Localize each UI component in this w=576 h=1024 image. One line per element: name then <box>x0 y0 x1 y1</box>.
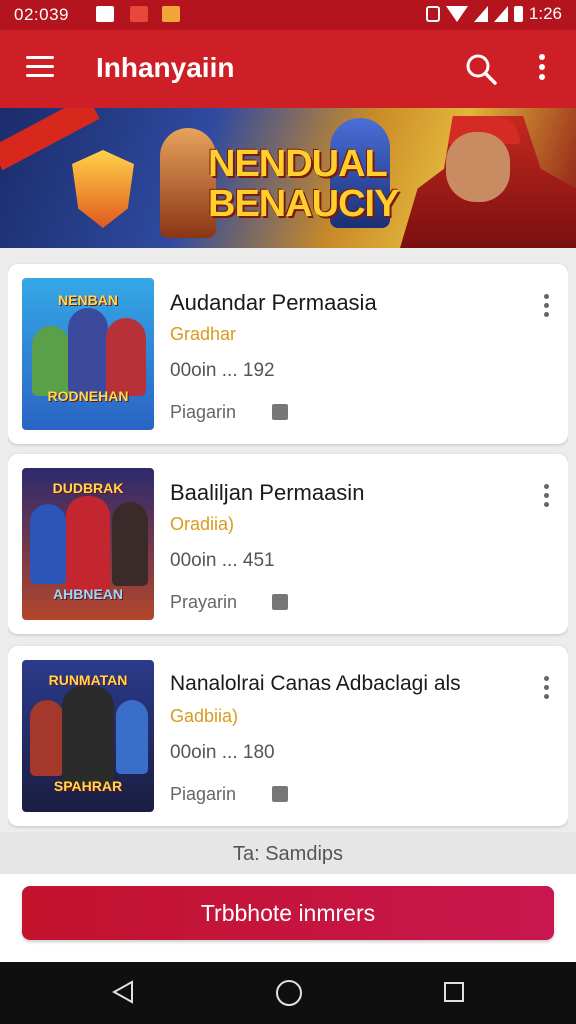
notification-mail-icon <box>96 6 114 22</box>
game-name: Nanalolrai Canas Adbaclagi als <box>170 672 461 695</box>
game-thumbnail[interactable]: DUDBRAK AHBNEAN <box>22 468 154 620</box>
game-meta: 00oin ... 180 <box>170 742 275 763</box>
item-menu-icon[interactable] <box>544 676 550 703</box>
banner-headline: NENDUAL BENAUCIY <box>208 143 399 225</box>
list-item[interactable]: RUNMATAN SPAHRAR Nanalolrai Canas Adbacl… <box>8 646 568 826</box>
item-menu-icon[interactable] <box>544 294 550 321</box>
item-menu-icon[interactable] <box>544 484 550 511</box>
banner-shield-logo <box>72 150 134 228</box>
menu-icon[interactable] <box>26 56 54 78</box>
download-icon[interactable] <box>272 404 288 420</box>
wifi-icon <box>445 6 468 22</box>
system-nav-bar <box>0 962 576 1024</box>
overflow-menu-icon[interactable] <box>530 54 554 84</box>
banner-player-figure <box>400 116 576 248</box>
notification-game-icon <box>162 6 180 22</box>
thumbnail-caption: AHBNEAN <box>53 586 123 602</box>
game-genre: Oradiia) <box>170 514 235 534</box>
app-title: Inhanyaiin <box>96 52 235 83</box>
thumbnail-caption: SPAHRAR <box>53 778 123 794</box>
status-bar: 02:039 1:26 <box>0 0 576 30</box>
banner-headline-line1: NENDUAL <box>208 143 388 185</box>
game-meta: 00oin ... 192 <box>170 360 275 381</box>
tab-hint[interactable]: Ta: Samdips <box>0 832 576 874</box>
game-meta: 00oin ... 451 <box>170 550 275 571</box>
game-genre: Gadbiia) <box>170 706 239 726</box>
thumbnail-title: NENBAN <box>58 292 118 308</box>
list-item[interactable]: NENBAN RODNEHAN Audandar Permaasia Gradh… <box>8 264 568 444</box>
game-action-label[interactable]: Piagarin <box>170 402 236 423</box>
download-icon[interactable] <box>272 786 288 802</box>
app-bar: Inhanyaiin <box>0 30 576 108</box>
banner-player-face <box>446 132 510 202</box>
game-action-label[interactable]: Piagarin <box>170 784 236 805</box>
status-icons: 1:26 <box>425 4 562 24</box>
search-icon[interactable] <box>464 52 498 86</box>
back-icon[interactable] <box>112 980 134 1004</box>
home-icon[interactable] <box>276 980 302 1006</box>
battery-text: 1:26 <box>528 4 562 23</box>
notification-app-icon <box>130 6 148 22</box>
game-list: NENBAN RODNEHAN Audandar Permaasia Gradh… <box>8 262 568 830</box>
recents-icon[interactable] <box>444 982 464 1002</box>
thumbnail-title: RUNMATAN <box>48 672 128 688</box>
game-thumbnail[interactable]: RUNMATAN SPAHRAR <box>22 660 154 812</box>
game-thumbnail[interactable]: NENBAN RODNEHAN <box>22 278 154 430</box>
download-icon[interactable] <box>272 594 288 610</box>
game-action-label[interactable]: Prayarin <box>170 592 237 613</box>
signal-icon-2 <box>493 6 508 22</box>
signal-icon <box>473 6 488 22</box>
thumbnail-title: DUDBRAK <box>52 480 124 496</box>
promo-banner[interactable]: NENDUAL BENAUCIY <box>0 108 576 248</box>
vibrate-icon <box>425 6 440 22</box>
list-item[interactable]: DUDBRAK AHBNEAN Baaliljan Permaasin Orad… <box>8 454 568 634</box>
battery-icon <box>513 6 523 22</box>
game-genre: Gradhar <box>170 324 237 344</box>
banner-headline-line2: BENAUCIY <box>208 183 399 225</box>
game-name: Audandar Permaasia <box>170 290 377 315</box>
thumbnail-caption: RODNEHAN <box>47 388 129 404</box>
status-time: 02:039 <box>14 5 69 24</box>
primary-cta-button[interactable]: Trbbhote inmrers <box>22 886 554 940</box>
game-name: Baaliljan Permaasin <box>170 480 365 505</box>
cta-container: Trbbhote inmrers <box>0 874 576 962</box>
